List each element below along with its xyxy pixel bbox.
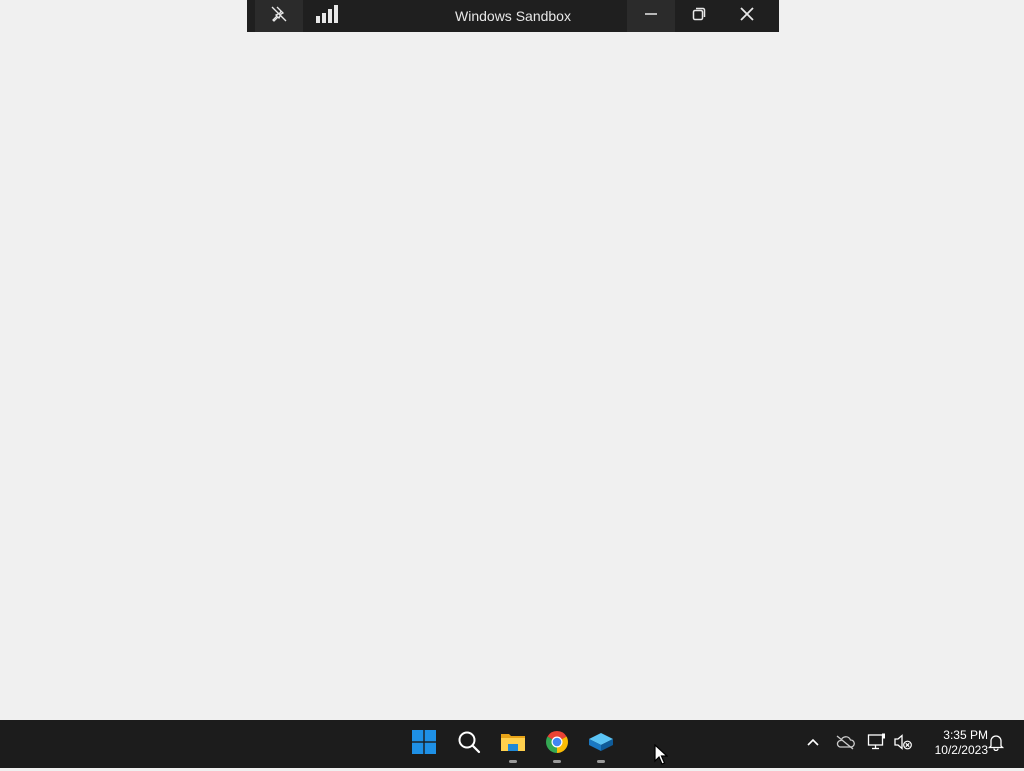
- windows-logo-icon: [412, 729, 436, 759]
- running-indicator: [597, 760, 605, 763]
- notification-bell-icon: [987, 733, 1005, 756]
- search-icon: [457, 730, 481, 759]
- minimize-button[interactable]: [627, 0, 675, 32]
- close-button[interactable]: [723, 0, 771, 32]
- taskbar: 3:35 PM 10/2/2023: [0, 720, 1024, 768]
- mouse-cursor-icon: [654, 743, 669, 766]
- running-indicator: [553, 760, 561, 763]
- restore-icon: [692, 7, 706, 26]
- notifications-button[interactable]: [984, 732, 1008, 756]
- connection-bar-title: Windows Sandbox: [455, 8, 571, 24]
- chrome-icon: [545, 730, 569, 759]
- folder-icon: [500, 731, 526, 758]
- network-icon: [867, 733, 887, 756]
- file-explorer-button[interactable]: [493, 720, 533, 768]
- chrome-button[interactable]: [537, 720, 577, 768]
- chevron-up-icon: [806, 735, 820, 754]
- pin-button[interactable]: [255, 0, 303, 32]
- minimize-icon: [644, 7, 658, 26]
- start-button[interactable]: [404, 720, 444, 768]
- signal-bars-icon: [315, 4, 339, 28]
- desktop[interactable]: [0, 0, 1024, 720]
- clock-time: 3:35 PM: [943, 728, 988, 742]
- unpin-icon: [270, 5, 288, 28]
- onedrive-tray-button[interactable]: [833, 732, 857, 756]
- close-icon: [740, 6, 754, 26]
- restore-button[interactable]: [675, 0, 723, 32]
- volume-muted-icon: [893, 733, 913, 756]
- onedrive-offline-icon: [835, 734, 855, 755]
- volume-tray-button[interactable]: [891, 732, 915, 756]
- connection-quality-button[interactable]: [303, 0, 351, 32]
- sandbox-button[interactable]: [581, 720, 621, 768]
- show-hidden-icons-button[interactable]: [801, 732, 825, 756]
- connection-bar: Windows Sandbox: [247, 0, 779, 32]
- running-indicator: [509, 760, 517, 763]
- search-button[interactable]: [449, 720, 489, 768]
- sandbox-icon: [588, 731, 614, 758]
- clock-date: 10/2/2023: [934, 743, 988, 757]
- network-tray-button[interactable]: [865, 732, 889, 756]
- clock[interactable]: 3:35 PM 10/2/2023: [918, 728, 988, 760]
